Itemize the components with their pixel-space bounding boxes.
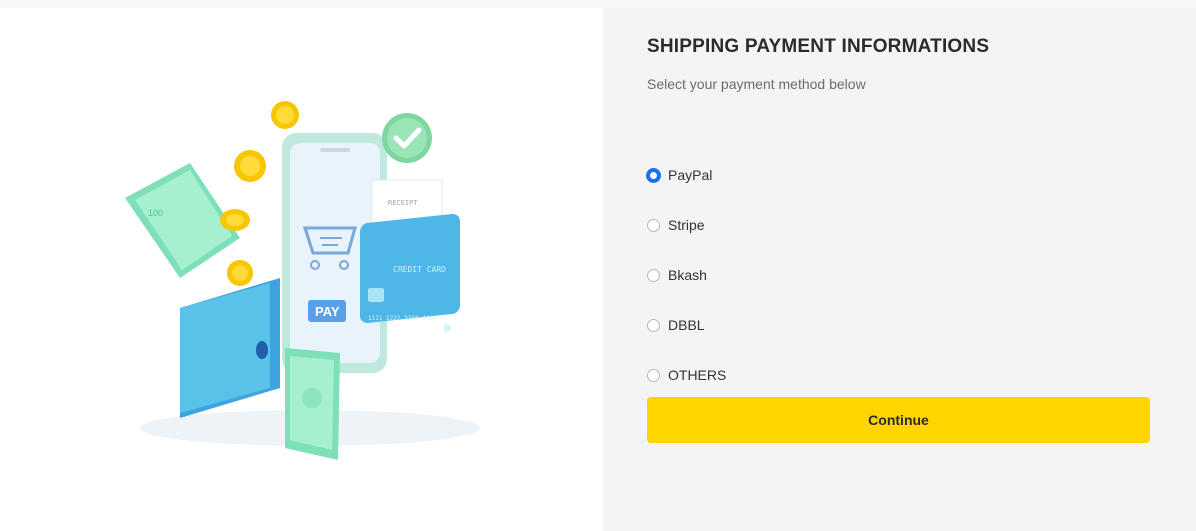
radio-button[interactable] bbox=[647, 218, 660, 232]
payment-illustration: 100 PAY RECEIPT CREDIT CARD 1111 2222 33… bbox=[125, 101, 480, 460]
payment-option-paypal[interactable]: PayPal bbox=[646, 150, 1147, 200]
radio-button[interactable] bbox=[647, 318, 660, 332]
wallet-icon bbox=[180, 278, 280, 418]
continue-button[interactable]: Continue bbox=[647, 397, 1150, 443]
receipt-text: RECEIPT bbox=[388, 199, 418, 207]
payment-option-stripe[interactable]: Stripe bbox=[647, 200, 1147, 250]
page-title: SHIPPING PAYMENT INFORMATIONS bbox=[647, 36, 990, 57]
check-badge-icon bbox=[382, 113, 432, 163]
radio-button[interactable] bbox=[646, 167, 661, 183]
payment-option-label: Stripe bbox=[668, 217, 705, 233]
payment-option-bkash[interactable]: Bkash bbox=[647, 250, 1147, 300]
bill-value-text: 100 bbox=[148, 208, 163, 218]
payment-option-label: Bkash bbox=[668, 267, 707, 283]
payment-option-label: OTHERS bbox=[668, 367, 727, 383]
top-strip bbox=[0, 0, 1196, 8]
radio-button[interactable] bbox=[647, 268, 660, 282]
payment-method-list: PayPal Stripe Bkash DBBL OTHERS bbox=[646, 150, 1147, 400]
payment-panel: SHIPPING PAYMENT INFORMATIONS Select you… bbox=[603, 8, 1196, 531]
illustration-pane: 100 PAY RECEIPT CREDIT CARD 1111 2222 33… bbox=[0, 8, 603, 531]
page-subtitle: Select your payment method below bbox=[647, 76, 866, 92]
radio-button[interactable] bbox=[647, 368, 660, 382]
pay-text: PAY bbox=[315, 304, 340, 319]
payment-option-label: PayPal bbox=[668, 167, 713, 183]
card-number-text: 1111 2222 3333 4444 bbox=[368, 315, 437, 322]
payment-option-others[interactable]: OTHERS bbox=[647, 350, 1147, 400]
front-bill-icon bbox=[285, 348, 340, 460]
card-label-text: CREDIT CARD bbox=[393, 265, 446, 274]
credit-card-icon: CREDIT CARD 1111 2222 3333 4444 bbox=[360, 214, 460, 332]
payment-option-dbbl[interactable]: DBBL bbox=[647, 300, 1147, 350]
payment-option-label: DBBL bbox=[668, 317, 705, 333]
